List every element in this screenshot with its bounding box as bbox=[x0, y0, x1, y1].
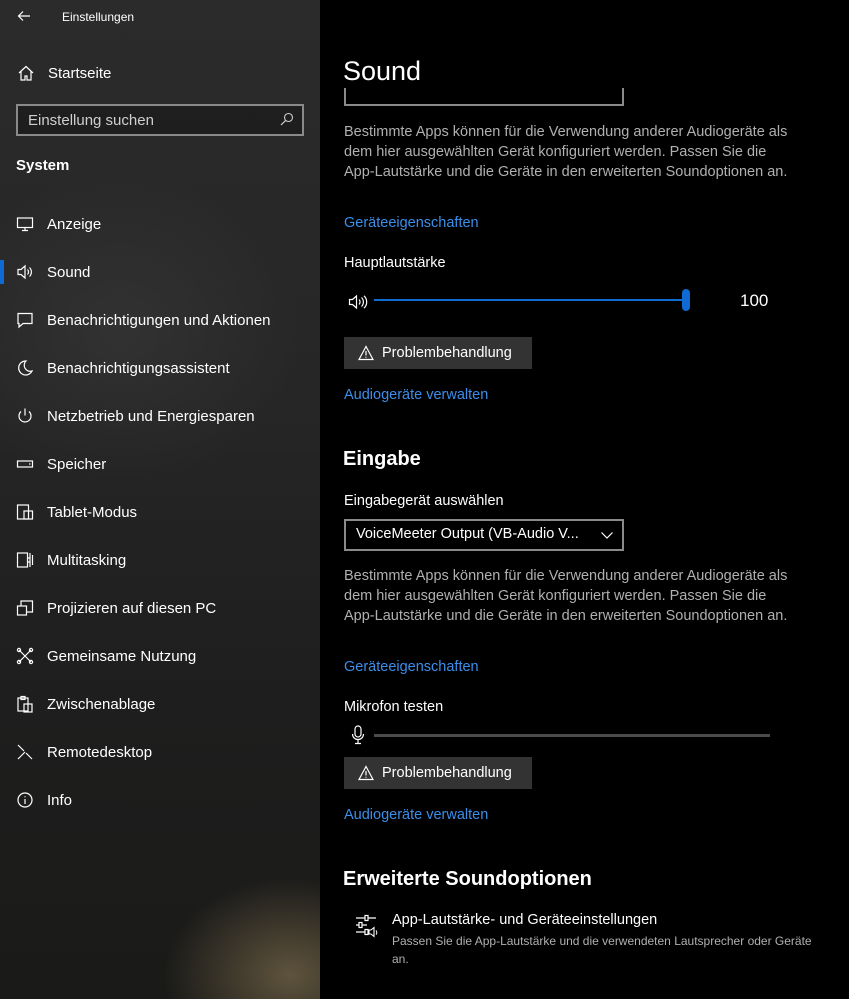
sidebar-item-remotedesktop[interactable]: Remotedesktop bbox=[0, 728, 320, 776]
home-label: Startseite bbox=[48, 64, 112, 82]
mic-test-label: Mikrofon testen bbox=[344, 699, 444, 715]
title-bar: Einstellungen bbox=[0, 0, 320, 32]
remote-icon bbox=[16, 743, 34, 761]
mic-level-track bbox=[374, 734, 770, 737]
sidebar-item-label: Remotedesktop bbox=[47, 743, 153, 761]
home-nav-item[interactable]: Startseite bbox=[0, 56, 320, 90]
volume-thumb[interactable] bbox=[682, 289, 690, 311]
output-manage-devices-link[interactable]: Audiogeräte verwalten bbox=[344, 387, 488, 403]
input-device-dropdown[interactable]: VoiceMeeter Output (VB-Audio V... bbox=[344, 519, 624, 551]
storage-icon bbox=[16, 455, 34, 473]
sidebar-item-zwischenablage[interactable]: Zwischenablage bbox=[0, 680, 320, 728]
troubleshoot-label: Problembehandlung bbox=[382, 765, 512, 781]
sidebar-item-label: Netzbetrieb und Energiesparen bbox=[47, 407, 255, 425]
sidebar-item-benachrichtigungen[interactable]: Benachrichtigungen und Aktionen bbox=[0, 296, 320, 344]
advanced-heading: Erweiterte Soundoptionen bbox=[343, 868, 592, 890]
volume-track[interactable] bbox=[374, 299, 686, 301]
output-device-dropdown[interactable] bbox=[344, 88, 624, 106]
sidebar-item-label: Gemeinsame Nutzung bbox=[47, 647, 197, 665]
sidebar-item-tablet-modus[interactable]: Tablet-Modus bbox=[0, 488, 320, 536]
clipboard-icon bbox=[16, 695, 34, 713]
sidebar-item-netzbetrieb[interactable]: Netzbetrieb und Energiesparen bbox=[0, 392, 320, 440]
info-icon bbox=[16, 791, 34, 809]
sidebar-item-label: Sound bbox=[47, 263, 91, 281]
project-icon bbox=[16, 599, 34, 617]
output-troubleshoot-button[interactable]: Problembehandlung bbox=[344, 337, 532, 369]
sidebar-item-speicher[interactable]: Speicher bbox=[0, 440, 320, 488]
search-input[interactable]: Einstellung suchen bbox=[16, 104, 304, 136]
back-button[interactable] bbox=[12, 6, 36, 26]
monitor-icon bbox=[16, 215, 34, 233]
input-manage-devices-link[interactable]: Audiogeräte verwalten bbox=[344, 807, 488, 823]
sidebar-item-label: Anzeige bbox=[47, 215, 102, 233]
sidebar-item-multitasking[interactable]: Multitasking bbox=[0, 536, 320, 584]
sidebar-item-label: Speicher bbox=[47, 455, 107, 473]
mic-level-meter bbox=[344, 724, 774, 748]
power-icon bbox=[16, 407, 34, 425]
sidebar-item-label: Info bbox=[47, 791, 73, 809]
app-volume-settings-link[interactable]: App-Lautstärke- und Geräteeinstellungen … bbox=[354, 910, 824, 970]
search-icon bbox=[280, 112, 294, 126]
sidebar-item-label: Tablet-Modus bbox=[47, 503, 138, 521]
page-title: Sound bbox=[343, 56, 422, 86]
window-title: Einstellungen bbox=[62, 10, 135, 24]
speaker-icon bbox=[16, 263, 34, 281]
speaker-icon[interactable] bbox=[348, 293, 368, 311]
microphone-icon bbox=[351, 725, 365, 745]
app-volume-title: App-Lautstärke- und Geräteeinstellungen bbox=[392, 912, 658, 928]
sidebar-item-anzeige[interactable]: Anzeige bbox=[0, 200, 320, 248]
mixer-icon bbox=[356, 914, 378, 938]
input-device-value: VoiceMeeter Output (VB-Audio V... bbox=[356, 526, 579, 542]
input-heading: Eingabe bbox=[343, 448, 421, 470]
share-icon bbox=[16, 647, 34, 665]
sidebar-item-label: Benachrichtigungsassistent bbox=[47, 359, 230, 377]
sidebar-item-label: Zwischenablage bbox=[47, 695, 156, 713]
sidebar-item-benachrichtigungsassistent[interactable]: Benachrichtigungsassistent bbox=[0, 344, 320, 392]
sidebar-item-sound[interactable]: Sound bbox=[0, 248, 320, 296]
app-volume-description: Passen Sie die App-Lautstärke und die ve… bbox=[392, 934, 812, 966]
chevron-down-icon bbox=[601, 532, 613, 539]
sidebar-item-gemeinsame-nutzung[interactable]: Gemeinsame Nutzung bbox=[0, 632, 320, 680]
back-arrow-icon bbox=[17, 11, 30, 21]
content-pane: Sound Bestimmte Apps können für die Verw… bbox=[320, 0, 849, 999]
sidebar-item-label: Multitasking bbox=[47, 551, 127, 569]
master-volume-label: Hauptlautstärke bbox=[344, 255, 446, 271]
sidebar-item-label: Benachrichtigungen und Aktionen bbox=[47, 311, 271, 329]
sidebar-item-info[interactable]: Info bbox=[0, 776, 320, 824]
tablet-icon bbox=[16, 503, 34, 521]
notification-icon bbox=[16, 311, 34, 329]
search-placeholder: Einstellung suchen bbox=[28, 112, 154, 129]
sidebar-item-projizieren[interactable]: Projizieren auf diesen PC bbox=[0, 584, 320, 632]
volume-value: 100 bbox=[740, 291, 769, 310]
moon-icon bbox=[16, 359, 34, 377]
output-description: Bestimmte Apps können für die Verwendung… bbox=[344, 124, 788, 180]
output-device-properties-link[interactable]: Geräteeigenschaften bbox=[344, 215, 479, 231]
sidebar-item-label: Projizieren auf diesen PC bbox=[47, 599, 217, 617]
warning-icon bbox=[358, 765, 374, 781]
input-troubleshoot-button[interactable]: Problembehandlung bbox=[344, 757, 532, 789]
input-description: Bestimmte Apps können für die Verwendung… bbox=[344, 568, 788, 624]
troubleshoot-label: Problembehandlung bbox=[382, 345, 512, 361]
sidebar: Einstellungen Startseite Einstellung suc… bbox=[0, 0, 320, 999]
sidebar-nav: Anzeige Sound Benachrichtigungen und Akt… bbox=[0, 200, 320, 824]
master-volume-slider[interactable]: 100 bbox=[344, 288, 784, 314]
multitasking-icon bbox=[16, 551, 34, 569]
section-title: System bbox=[16, 157, 70, 174]
home-icon bbox=[17, 64, 35, 82]
input-device-properties-link[interactable]: Geräteeigenschaften bbox=[344, 659, 479, 675]
input-select-label: Eingabegerät auswählen bbox=[344, 493, 504, 509]
warning-icon bbox=[358, 345, 374, 361]
